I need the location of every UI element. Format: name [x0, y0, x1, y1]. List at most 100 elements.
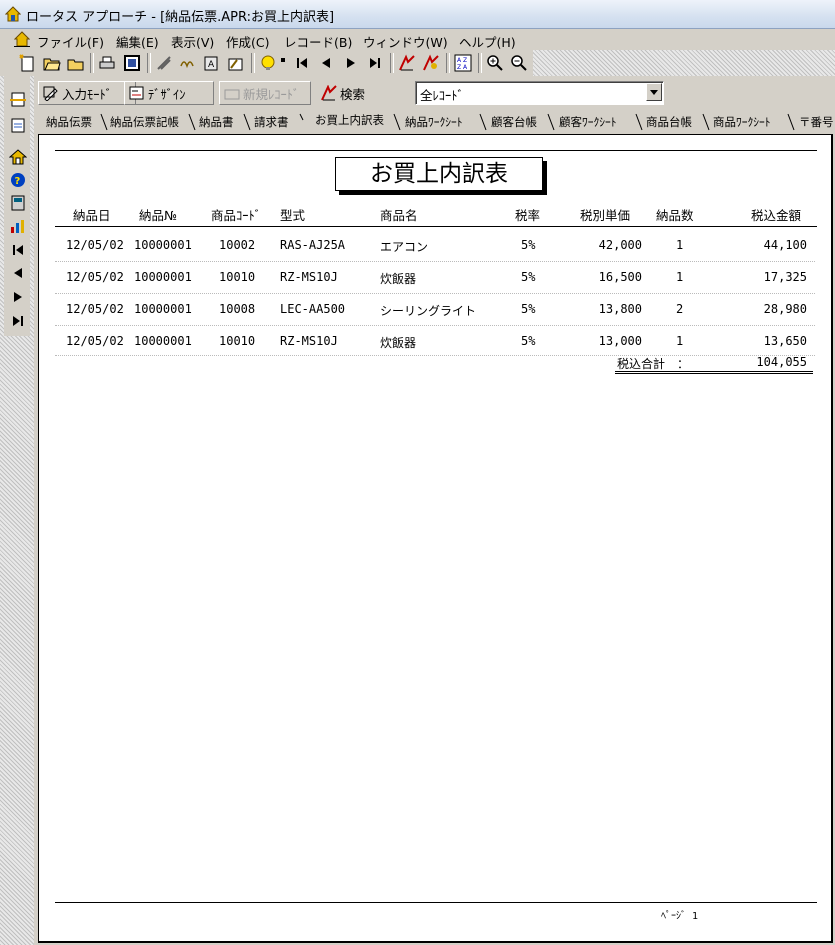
cell-product-code: 10008 [219, 302, 256, 316]
cell-quantity: 1 [676, 270, 684, 284]
zoom-out-icon[interactable] [508, 52, 530, 74]
total-underline-2 [615, 373, 813, 374]
first-record-icon[interactable] [291, 52, 313, 74]
tab-customer-ledger[interactable]: 顧客台帳 [491, 114, 537, 130]
sort-icon[interactable]: A ZZ A [452, 52, 474, 74]
cell-quantity: 1 [676, 238, 684, 252]
title-bar: ロータス アプローチ - [納品伝票.APR:お買上内訳表] [0, 0, 835, 29]
cell-tax-rate: 5% [521, 238, 536, 252]
table-row[interactable]: 12/05/02 10000001 10002 RAS-AJ25A エアコン 5… [39, 229, 831, 261]
tab-customer-worksheet[interactable]: 顧客ﾜｰｸｼｰﾄ [559, 114, 617, 130]
menu-help[interactable]: ヘルプ(H) [459, 32, 516, 51]
cell-date: 12/05/02 [66, 270, 124, 284]
col-header-model: 型式 [280, 208, 306, 223]
menu-record[interactable]: レコード(B) [284, 32, 352, 51]
search-button[interactable]: 検索 [316, 81, 396, 105]
next-record-side-icon[interactable] [7, 286, 29, 308]
tab-invoice[interactable]: 請求書 [254, 114, 289, 130]
design-label: ﾃﾞｻﾞｲﾝ [148, 86, 186, 102]
tab-delivery-slip[interactable]: 納品伝票 [46, 114, 92, 130]
next-record-icon[interactable] [340, 52, 362, 74]
cell-product-code: 10010 [219, 270, 256, 284]
design-icon [129, 86, 144, 100]
cell-tax-rate: 5% [521, 334, 536, 348]
tab-delivery-note[interactable]: 納品書 [199, 114, 234, 130]
cell-product-name: 炊飯器 [380, 272, 417, 286]
report-title: お買上内訳表 [335, 157, 543, 191]
print-icon[interactable] [96, 52, 118, 74]
chart-icon[interactable] [7, 215, 29, 237]
menu-file[interactable]: ファイル(F) [37, 32, 104, 51]
mode-toolbar: 入力ﾓｰﾄﾞ ﾃﾞｻﾞｲﾝ 新規ﾚｺｰﾄﾞ 検索 全ﾚｺｰﾄﾞ [34, 78, 835, 108]
report-panel: お買上内訳表 納品日 納品№ 商品ｺｰﾄﾞ 型式 商品名 税率 税別単価 納品数… [38, 134, 833, 943]
total-label: 税込合計 ： [617, 357, 690, 371]
total-underline-1 [615, 371, 813, 372]
cell-product-code: 10010 [219, 334, 256, 348]
menu-window[interactable]: ウィンドウ(W) [363, 32, 448, 51]
flag-icon[interactable] [277, 52, 289, 74]
find-all-icon[interactable] [420, 52, 442, 74]
table-row[interactable]: 12/05/02 10000001 10010 RZ-MS10J 炊飯器 5% … [39, 261, 831, 293]
cell-product-name: シーリングライト [380, 304, 477, 318]
find-icon[interactable] [396, 52, 418, 74]
paste-special-icon[interactable] [225, 52, 247, 74]
print-preview-icon[interactable] [121, 52, 143, 74]
tab-product-ledger[interactable]: 商品台帳 [646, 114, 692, 130]
help-icon[interactable]: ? [7, 169, 29, 191]
cut-icon[interactable] [153, 52, 175, 74]
tab-delivery-worksheet[interactable]: 納品ﾜｰｸｼｰﾄ [405, 114, 463, 130]
database-icon[interactable] [7, 192, 29, 214]
window-title: ロータス アプローチ - [納品伝票.APR:お買上内訳表] [26, 10, 335, 25]
cell-tax-rate: 5% [521, 270, 536, 284]
search-icon [321, 85, 337, 101]
col-header-unit-price: 税別単価 [580, 208, 631, 223]
cell-delivery-no: 10000001 [134, 238, 192, 252]
home-icon[interactable] [7, 146, 29, 168]
previous-record-side-icon[interactable] [7, 262, 29, 284]
svg-text:?: ? [15, 176, 21, 187]
footer-rule [55, 902, 817, 903]
last-record-side-icon[interactable] [7, 310, 29, 332]
tab-product-worksheet[interactable]: 商品ﾜｰｸｼｰﾄ [713, 114, 771, 130]
menu-bar: ファイル(F) 編集(E) 表示(V) 作成(C) レコード(B) ウィンドウ(… [0, 29, 835, 51]
open-form-icon[interactable] [7, 114, 29, 136]
table-row[interactable]: 12/05/02 10000001 10008 LEC-AA500 シーリングラ… [39, 293, 831, 325]
svg-text:Z A: Z A [457, 64, 468, 71]
input-mode-button[interactable]: 入力ﾓｰﾄﾞ [38, 81, 136, 105]
approach-app-icon[interactable] [5, 6, 21, 22]
record-filter-select[interactable]: 全ﾚｺｰﾄﾞ [415, 81, 664, 105]
last-record-icon[interactable] [364, 52, 386, 74]
lightbulb-icon[interactable] [257, 52, 279, 74]
paste-icon[interactable]: A [201, 52, 223, 74]
tab-postal-code[interactable]: 〒番号 [799, 114, 834, 130]
cell-product-name: 炊飯器 [380, 336, 417, 350]
previous-record-icon[interactable] [315, 52, 337, 74]
new-record-button[interactable]: 新規ﾚｺｰﾄﾞ [219, 81, 311, 105]
open-file-icon[interactable] [41, 52, 63, 74]
menu-create[interactable]: 作成(C) [226, 32, 269, 51]
svg-text:A: A [208, 60, 215, 70]
chevron-down-icon[interactable] [646, 83, 662, 101]
copy-icon[interactable] [177, 52, 199, 74]
cell-unit-price: 13,000 [598, 334, 642, 348]
view-tabs: 納品伝票 納品伝票記帳 納品書 請求書 お買上内訳表 納品ﾜｰｸｼｰﾄ 顧客台帳… [34, 110, 835, 134]
open-folder-icon[interactable] [65, 52, 87, 74]
new-file-icon[interactable] [16, 52, 38, 74]
zoom-in-icon[interactable] [484, 52, 506, 74]
cell-delivery-no: 10000001 [134, 270, 192, 284]
header-rule [55, 150, 817, 151]
table-row[interactable]: 12/05/02 10000001 10010 RZ-MS10J 炊飯器 5% … [39, 325, 831, 357]
tab-purchase-breakdown[interactable]: お買上内訳表 [315, 112, 384, 128]
first-record-side-icon[interactable] [7, 239, 29, 261]
design-button[interactable]: ﾃﾞｻﾞｲﾝ [124, 81, 214, 105]
menu-view[interactable]: 表示(V) [171, 32, 214, 51]
new-record-icon [224, 89, 240, 100]
document-window-icon[interactable] [14, 31, 30, 47]
cell-model: RZ-MS10J [280, 270, 338, 284]
cell-unit-price: 13,800 [598, 302, 642, 316]
col-header-amount: 税込金額 [751, 208, 802, 223]
new-form-icon[interactable] [7, 88, 29, 110]
menu-edit[interactable]: 編集(E) [116, 32, 159, 51]
tab-delivery-slip-entry[interactable]: 納品伝票記帳 [110, 114, 179, 130]
search-label: 検索 [340, 86, 366, 102]
